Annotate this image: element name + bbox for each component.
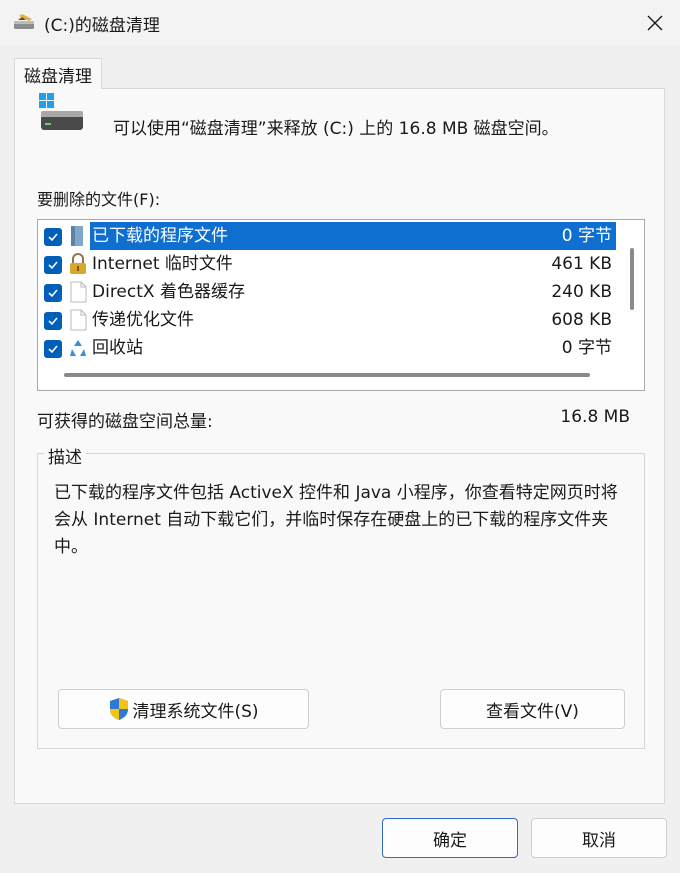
- tab-disk-cleanup[interactable]: 磁盘清理: [14, 58, 102, 89]
- file-size: 608 KB: [551, 310, 612, 330]
- recycle-bin-icon: [70, 340, 86, 356]
- vertical-scrollbar[interactable]: [630, 248, 634, 310]
- checkbox[interactable]: [44, 284, 62, 302]
- list-item[interactable]: DirectX 着色器缓存 240 KB: [38, 278, 618, 306]
- clean-system-files-button[interactable]: 清理系统文件(S): [58, 689, 309, 729]
- folder-icon: [71, 226, 83, 246]
- file-size: 461 KB: [551, 254, 612, 274]
- checkbox[interactable]: [44, 256, 62, 274]
- file-name: 回收站: [92, 338, 143, 358]
- clean-system-files-label: 清理系统文件(S): [132, 701, 259, 722]
- close-button[interactable]: [640, 8, 670, 38]
- checkbox[interactable]: [44, 228, 62, 246]
- disk-cleanup-app-icon: [14, 14, 34, 29]
- check-icon: [48, 289, 58, 298]
- document-icon: [70, 309, 87, 331]
- files-to-delete-label: 要删除的文件(F):: [37, 190, 161, 209]
- total-space-label: 可获得的磁盘空间总量:: [37, 412, 213, 432]
- close-icon: [647, 15, 663, 31]
- view-files-label: 查看文件(V): [486, 701, 579, 722]
- ok-button[interactable]: 确定: [382, 818, 518, 858]
- checkbox[interactable]: [44, 340, 62, 358]
- window-title: (C:)的磁盘清理: [44, 16, 160, 36]
- checkbox[interactable]: [44, 312, 62, 330]
- file-name: 传递优化文件: [92, 310, 194, 330]
- summary-text: 可以使用“磁盘清理”来释放 (C:) 上的 16.8 MB 磁盘空间。: [113, 119, 559, 139]
- files-list[interactable]: 已下载的程序文件 0 字节 Internet 临时文件 461 KB Direc…: [37, 219, 645, 391]
- cancel-button[interactable]: 取消: [531, 818, 667, 858]
- list-item[interactable]: 回收站 0 字节: [38, 334, 618, 362]
- description-text: 已下载的程序文件包括 ActiveX 控件和 Java 小程序，你查看特定网页时…: [54, 483, 618, 557]
- uac-shield-icon: [110, 698, 129, 720]
- list-item[interactable]: Internet 临时文件 461 KB: [38, 250, 618, 278]
- check-icon: [48, 317, 58, 326]
- check-icon: [48, 261, 58, 270]
- document-icon: [70, 281, 87, 303]
- tab-panel: 可以使用“磁盘清理”来释放 (C:) 上的 16.8 MB 磁盘空间。 要删除的…: [14, 88, 665, 804]
- title-bar: (C:)的磁盘清理: [0, 0, 680, 46]
- file-size: 240 KB: [551, 282, 612, 302]
- drive-icon: [39, 93, 83, 130]
- list-item[interactable]: 传递优化文件 608 KB: [38, 306, 618, 334]
- check-icon: [48, 345, 58, 354]
- view-files-button[interactable]: 查看文件(V): [440, 689, 625, 729]
- list-item[interactable]: 已下载的程序文件 0 字节: [38, 222, 618, 250]
- lock-icon: [70, 253, 86, 274]
- description-group: 描述 已下载的程序文件包括 ActiveX 控件和 Java 小程序，你查看特定…: [37, 443, 645, 749]
- total-space-value: 16.8 MB: [560, 407, 630, 427]
- file-name: Internet 临时文件: [92, 254, 233, 274]
- file-name: 已下载的程序文件: [90, 222, 616, 250]
- file-name: DirectX 着色器缓存: [92, 282, 245, 302]
- description-title: 描述: [44, 443, 86, 468]
- horizontal-scrollbar[interactable]: [64, 373, 590, 377]
- file-size: 0 字节: [561, 226, 612, 246]
- check-icon: [48, 233, 58, 242]
- file-size: 0 字节: [561, 338, 612, 358]
